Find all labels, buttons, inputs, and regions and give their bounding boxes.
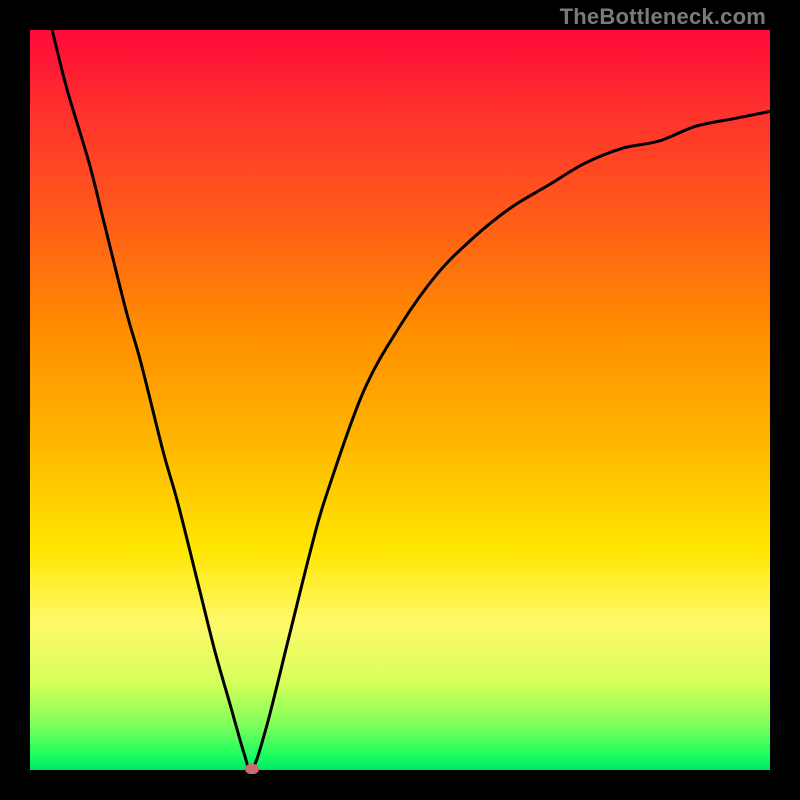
curve-path <box>52 30 770 771</box>
plot-area <box>30 30 770 770</box>
curve-svg <box>30 30 770 770</box>
min-marker <box>245 764 259 774</box>
watermark-label: TheBottleneck.com <box>560 4 766 30</box>
chart-container: TheBottleneck.com <box>0 0 800 800</box>
